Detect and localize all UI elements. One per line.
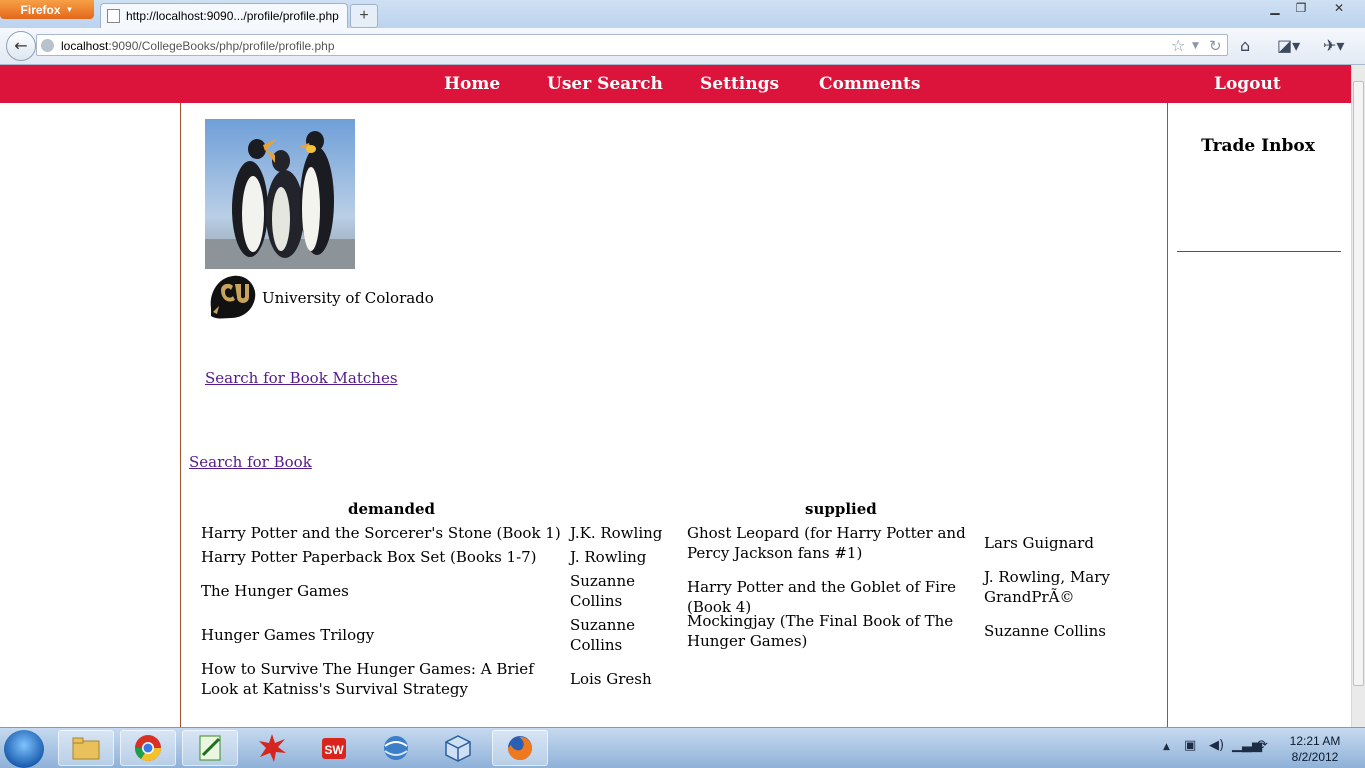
supplied-author: J. Rowling, Mary GrandPrÃ© [984, 568, 1110, 606]
url-path: :9090/CollegeBooks/php/profile/profile.p… [108, 39, 335, 53]
search-book-matches-link[interactable]: Search for Book Matches [205, 369, 398, 387]
back-arrow-icon[interactable]: ← [6, 31, 36, 61]
demanded-title: How to Survive The Hunger Games: A Brief… [201, 660, 534, 698]
windows-taskbar: SW ▲ ▣ ◀) ▁▃▅ ⟳ 12:21 AM 8/2/2012 [0, 727, 1365, 768]
solidworks-taskbar-button[interactable]: SW [306, 730, 362, 766]
university-name: University of Colorado [262, 289, 434, 307]
nav-user-search-link[interactable]: User Search [547, 65, 663, 103]
minimize-icon[interactable]: ▁ [1263, 0, 1287, 18]
supplied-title: Mockingjay (The Final Book of The Hunger… [687, 612, 954, 650]
start-button[interactable] [4, 730, 44, 768]
supplied-author: Lars Guignard [984, 534, 1094, 552]
firefox-icon [508, 736, 532, 760]
page-scrollbar[interactable] [1351, 65, 1365, 727]
supplied-title: Ghost Leopard (for Harry Potter and Perc… [687, 524, 966, 562]
cube-icon [445, 735, 471, 762]
demanded-title: Harry Potter Paperback Box Set (Books 1-… [201, 548, 537, 566]
bookmarks-icon[interactable]: ◪▾ [1277, 36, 1300, 55]
folder-icon [72, 737, 100, 760]
demanded-author: Lois Gresh [570, 670, 652, 688]
demanded-title: The Hunger Games [201, 582, 349, 600]
chevron-down-icon: ▼ [65, 5, 74, 14]
url-host: localhost [61, 39, 109, 53]
firefox-menu-button[interactable]: Firefox ▼ [0, 0, 94, 19]
browser-navbar: ← localhost:9090/CollegeBooks/php/profil… [0, 28, 1365, 65]
page-favicon-icon [107, 9, 120, 23]
demanded-author: J. Rowling [570, 548, 647, 566]
close-icon[interactable]: ✕ [1327, 0, 1351, 18]
clock-time: 12:21 AM [1289, 734, 1341, 748]
demanded-header: demanded [348, 500, 436, 518]
browser-titlebar: Firefox ▼ http://localhost:9090.../profi… [0, 0, 1365, 28]
demanded-author: Suzanne Collins [570, 572, 635, 610]
demanded-title: Harry Potter and the Sorcerer's Stone (B… [201, 524, 561, 542]
volume-icon[interactable]: ◀) [1209, 738, 1224, 753]
globe-icon [41, 39, 54, 52]
supplied-author: Suzanne Collins [984, 622, 1107, 640]
demanded-author: Suzanne Collins [570, 616, 635, 654]
explorer-taskbar-button[interactable] [58, 730, 114, 766]
taskbar-clock[interactable]: 12:21 AM 8/2/2012 [1280, 733, 1350, 765]
url-dropdown-icon[interactable]: ▼ [1192, 35, 1199, 57]
reload-icon[interactable]: ↻ [1209, 35, 1222, 57]
sync-icon[interactable]: ⟳ [1257, 738, 1268, 753]
nav-home-link[interactable]: Home [444, 65, 500, 103]
profile-picture [205, 119, 355, 269]
site-menu-bar: Home User Search Settings Comments Logou… [0, 65, 1351, 103]
nav-logout-link[interactable]: Logout [1214, 65, 1281, 103]
solidworks-icon: SW [322, 738, 346, 759]
new-tab-button[interactable]: + [350, 4, 378, 28]
notepad-icon [199, 735, 221, 761]
device-icon[interactable]: ▣ [1184, 738, 1196, 753]
starburst-icon [259, 734, 286, 762]
chrome-icon [134, 735, 162, 762]
tab-title: http://localhost:9090.../profile/profile… [126, 9, 339, 23]
sidebar-divider [1177, 251, 1341, 252]
trade-inbox-title: Trade Inbox [1201, 136, 1315, 156]
supplied-header: supplied [805, 500, 877, 518]
nav-settings-link[interactable]: Settings [700, 65, 779, 103]
chrome-taskbar-button[interactable] [120, 730, 176, 766]
addon-icon[interactable]: ✈▾ [1323, 36, 1344, 55]
search-book-link[interactable]: Search for Book [189, 453, 312, 471]
university-logo [210, 275, 256, 319]
scroll-thumb[interactable] [1353, 81, 1364, 686]
home-icon[interactable]: ⌂ [1240, 36, 1250, 55]
restore-icon[interactable]: ❐ [1289, 0, 1313, 18]
svg-text:SW: SW [324, 743, 344, 757]
show-hidden-icons-icon[interactable]: ▲ [1163, 742, 1170, 752]
editor-taskbar-button[interactable] [182, 730, 238, 766]
nav-comments-link[interactable]: Comments [819, 65, 920, 103]
browser-app-taskbar-button[interactable] [368, 730, 424, 766]
demanded-author: J.K. Rowling [570, 524, 663, 542]
browser-tab[interactable]: http://localhost:9090.../profile/profile… [100, 3, 348, 28]
demanded-title: Hunger Games Trilogy [201, 626, 375, 644]
bookmark-star-icon[interactable]: ☆ [1171, 35, 1185, 57]
firefox-taskbar-button[interactable] [492, 730, 548, 766]
address-bar[interactable]: localhost:9090/CollegeBooks/php/profile/… [36, 34, 1228, 56]
virtualbox-taskbar-button[interactable] [430, 730, 486, 766]
firefox-menu-label: Firefox [20, 2, 61, 17]
globe-app-icon [384, 736, 408, 760]
app-taskbar-button[interactable] [244, 730, 300, 766]
clock-date: 8/2/2012 [1291, 750, 1339, 764]
